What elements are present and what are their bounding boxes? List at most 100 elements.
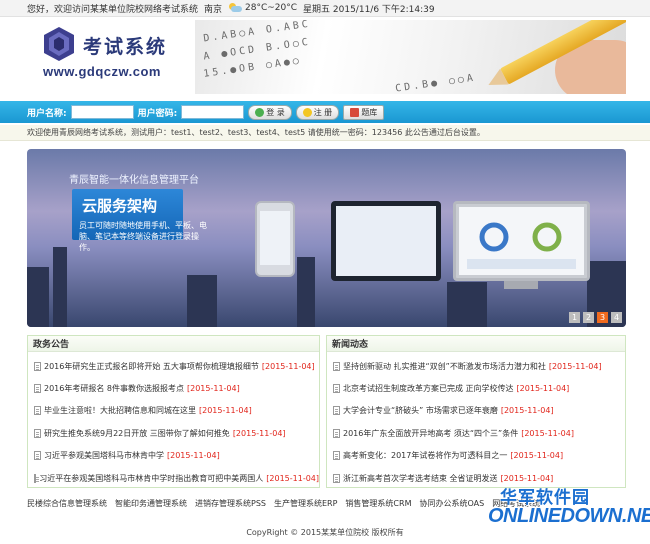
item-date: [2015-11-04]: [266, 473, 319, 483]
panel-title: 政务公告: [28, 336, 319, 352]
list-item[interactable]: 2016年考研报名 8件事教你选报报考点 [2015-11-04]: [34, 377, 319, 399]
list-item[interactable]: 习近平参观美国塔科马市林肯中学 [2015-11-04]: [34, 445, 319, 467]
login-bar: 用户名称: 用户密码: 登 录 注 册 题库: [0, 101, 650, 123]
temperature-text: 28°C~20°C: [245, 3, 298, 13]
slide-description: 员工可随时随地使用手机、平板、电脑、笔记本等终端设备进行登录操作。: [79, 221, 207, 252]
list-item[interactable]: 习近平在参观美国塔科马市林肯中学时指出教育可把中美两国人 [2015-11-04]: [34, 467, 319, 489]
slider-pagination: 1 2 3 4: [569, 312, 622, 323]
login-button[interactable]: 登 录: [248, 104, 292, 120]
logo-title: 考试系统: [83, 36, 168, 58]
hexagon-logo-icon: [44, 27, 74, 61]
link-item[interactable]: 协同办公系统OAS: [419, 498, 484, 509]
watermark-en-text: ONLINEDOWN.NET: [488, 505, 650, 527]
list-item[interactable]: 毕业生注意啦！大批招聘信息和同城在这里 [2015-11-04]: [34, 400, 319, 422]
monitor-device-image: [453, 201, 590, 281]
slide-page-1[interactable]: 1: [569, 312, 580, 323]
site-header: 考试系统 www.gdqczw.com D.AB○A O.ABC A ●OCD …: [27, 20, 626, 94]
password-label: 用户密码:: [137, 108, 178, 119]
item-title[interactable]: 毕业生注意啦！大批招聘信息和同城在这里: [44, 405, 196, 416]
item-date: [2015-11-04]: [199, 406, 252, 416]
item-title[interactable]: 2016年考研报名 8件事教你选报报考点: [44, 383, 184, 394]
slide-page-3[interactable]: 3: [597, 312, 608, 323]
document-icon: [34, 361, 41, 371]
item-title[interactable]: 习近平在参观美国塔科马市林肯中学时指出教育可把中美两国人: [39, 473, 263, 484]
book-icon: [350, 107, 360, 117]
item-title[interactable]: 北京考试招生制度改革方案已完成 正向学校传达: [343, 383, 514, 394]
list-item[interactable]: 2016年研究生正式报名即将开始 五大事项帮你梳理填报细节 [2015-11-04…: [34, 355, 319, 377]
item-title[interactable]: 2016年广东全面放开异地高考 须达“四个三”条件: [343, 428, 518, 439]
link-item[interactable]: 进销存管理系统PSS: [195, 498, 266, 509]
weather-info: 28°C~20°C: [228, 3, 297, 13]
document-icon: [34, 451, 41, 461]
item-title[interactable]: 2016年研究生正式报名即将开始 五大事项帮你梳理填报细节: [44, 361, 259, 372]
item-title[interactable]: 研究生推免系统9月22日开放 三图带你了解如何推免: [44, 428, 230, 439]
list-item[interactable]: 坚持创新驱动 扎实推进“双创”不断激发市场活力潜力和社 [2015-11-04]: [333, 355, 625, 377]
datetime-text: 星期五 2015/11/6 下午2:14:39: [303, 4, 435, 15]
username-label: 用户名称:: [27, 108, 67, 119]
list-item[interactable]: 研究生推免系统9月22日开放 三图带你了解如何推免 [2015-11-04]: [34, 422, 319, 444]
hero-slider[interactable]: 青辰智能一体化信息管理平台 云服务架构 员工可随时随地使用手机、平板、电脑、笔记…: [27, 149, 626, 327]
link-item[interactable]: 生产管理系统ERP: [274, 498, 337, 509]
document-icon: [34, 473, 40, 483]
announcement-bar: 欢迎使用青辰网络考试系统，测试用户：test1、test2、test3、test…: [0, 125, 650, 141]
register-button-label: 注 册: [313, 107, 333, 117]
link-item[interactable]: 销售管理系统CRM: [345, 498, 411, 509]
link-item[interactable]: 民楼综合信息管理系统: [27, 498, 107, 509]
item-date: [2015-11-04]: [261, 361, 315, 371]
phone-device-image: [255, 201, 295, 277]
list-item[interactable]: 2016年广东全面放开异地高考 须达“四个三”条件 [2015-11-04]: [333, 422, 625, 444]
logo-url: www.gdqczw.com: [43, 64, 161, 79]
item-title[interactable]: 高考新变化：2017年试卷将作为可透科目之一: [343, 450, 507, 461]
top-info-bar: 您好，欢迎访问某某单位院校网络考试系统 南京 28°C~20°C 星期五 201…: [0, 0, 650, 17]
item-title[interactable]: 坚持创新驱动 扎实推进“双创”不断激发市场活力潜力和社: [343, 361, 546, 372]
announcement-text: 欢迎使用青辰网络考试系统，测试用户：test1、test2、test3、test…: [27, 128, 485, 137]
item-date: [2015-11-04]: [500, 473, 554, 483]
item-title[interactable]: 大学会计专业“脐破头” 市场需求已逐年衰磨: [343, 405, 498, 416]
monitor-stand: [504, 281, 538, 289]
item-date: [2015-11-04]: [232, 428, 286, 438]
item-date: [2015-11-04]: [187, 384, 240, 394]
document-icon: [333, 428, 340, 438]
header-banner-image: D.AB○A O.ABC A ●OCD B.O○C 15.●OB ○A●○ CD…: [195, 20, 626, 94]
notice-list: 2016年研究生正式报名即将开始 五大事项帮你梳理填报细节 [2015-11-04…: [28, 352, 319, 489]
document-icon: [34, 428, 41, 438]
list-item[interactable]: 高考新变化：2017年试卷将作为可透科目之一 [2015-11-04]: [333, 445, 625, 467]
partly-cloudy-icon: [228, 3, 243, 13]
greeting-text: 您好，欢迎访问某某单位院校网络考试系统: [27, 4, 199, 15]
document-icon: [333, 384, 340, 394]
dashboard-chart-icon: [467, 222, 576, 269]
link-item[interactable]: 智能印务通管理系统: [115, 498, 187, 509]
site-logo[interactable]: 考试系统 www.gdqczw.com: [27, 20, 193, 92]
watermark-logo: 华军软件园 ONLINEDOWN.NET: [480, 483, 650, 544]
list-item[interactable]: 大学会计专业“脐破头” 市场需求已逐年衰磨 [2015-11-04]: [333, 400, 625, 422]
document-icon: [333, 406, 340, 416]
news-list: 坚持创新驱动 扎实推进“双创”不断激发市场活力潜力和社 [2015-11-04] …: [327, 352, 625, 489]
slide-subtitle: 青辰智能一体化信息管理平台: [69, 175, 199, 186]
register-button[interactable]: 注 册: [295, 104, 340, 120]
item-date: [2015-11-04]: [548, 361, 602, 371]
password-input[interactable]: [181, 105, 245, 119]
slide-headline: 云服务架构: [82, 197, 158, 215]
panel-title: 新闻动态: [327, 336, 625, 352]
laptop-device-image: [331, 201, 441, 281]
item-title[interactable]: 习近平参观美国塔科马市林肯中学: [44, 450, 164, 461]
document-icon: [34, 406, 41, 416]
item-date: [2015-11-04]: [516, 384, 570, 394]
slide-page-2[interactable]: 2: [583, 312, 594, 323]
item-date: [2015-11-04]: [167, 451, 220, 461]
document-icon: [34, 384, 41, 394]
copyright-text: CopyRight © 2015某某单位院校 版权所有: [246, 528, 404, 537]
item-date: [2015-11-04]: [500, 406, 554, 416]
username-input[interactable]: [70, 105, 134, 119]
item-title[interactable]: 浙江新高考首次学考选考结束 全省证明发送: [343, 473, 498, 484]
smiley-icon: [302, 107, 312, 117]
document-icon: [333, 451, 340, 461]
document-icon: [333, 473, 340, 483]
question-bank-button[interactable]: 题库: [343, 104, 385, 120]
slide-page-4[interactable]: 4: [611, 312, 622, 323]
list-item[interactable]: 北京考试招生制度改革方案已完成 正向学校传达 [2015-11-04]: [333, 377, 625, 399]
answer-sheet-row: CD.B● ○○A: [394, 72, 477, 94]
city-name: 南京: [204, 4, 223, 15]
government-notice-panel: 政务公告 2016年研究生正式报名即将开始 五大事项帮你梳理填报细节 [2015-…: [27, 335, 320, 488]
item-date: [2015-11-04]: [521, 428, 574, 438]
